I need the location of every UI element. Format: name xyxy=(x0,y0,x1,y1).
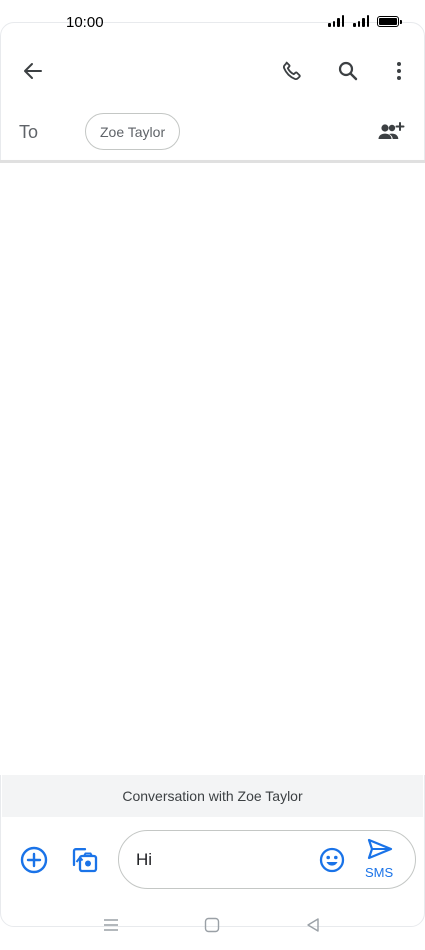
message-input[interactable]: Hi SMS xyxy=(118,830,416,889)
send-button[interactable] xyxy=(360,833,400,865)
signal-icon xyxy=(353,15,369,27)
compose-bar: Hi SMS xyxy=(0,820,425,900)
recipient-row: To Zoe Taylor xyxy=(0,108,425,158)
add-recipient-button[interactable] xyxy=(371,112,411,152)
back-arrow-icon xyxy=(24,63,42,79)
back-button[interactable] xyxy=(13,51,53,91)
gallery-button[interactable] xyxy=(64,840,104,880)
menu-lines-icon xyxy=(104,919,118,931)
more-vert-icon xyxy=(397,62,401,80)
nav-back-button[interactable] xyxy=(298,913,328,937)
message-list[interactable] xyxy=(0,163,425,775)
home-square-icon xyxy=(204,917,220,933)
gallery-camera-icon xyxy=(72,848,98,873)
top-app-bar xyxy=(0,46,425,96)
emoji-button[interactable] xyxy=(312,840,352,880)
status-icons xyxy=(328,15,402,27)
recipient-chip[interactable]: Zoe Taylor xyxy=(85,113,181,150)
messaging-screen: 10:00 To Zoe Taylor Conversation with Zo… xyxy=(0,0,425,950)
search-icon xyxy=(338,61,358,81)
search-button[interactable] xyxy=(328,51,368,91)
emoji-icon xyxy=(319,847,345,873)
more-options-button[interactable] xyxy=(379,51,419,91)
phone-icon xyxy=(283,61,301,80)
system-nav-bar xyxy=(0,905,425,945)
battery-icon xyxy=(377,16,402,27)
add-person-icon xyxy=(378,122,405,139)
call-button[interactable] xyxy=(272,51,312,91)
to-label: To xyxy=(19,122,39,142)
status-time: 10:00 xyxy=(66,14,104,31)
signal-icon xyxy=(328,15,344,27)
send-type-label[interactable]: SMS xyxy=(365,865,393,880)
recipient-chip-label: Zoe Taylor xyxy=(100,123,166,140)
home-button[interactable] xyxy=(197,913,227,937)
attach-button[interactable] xyxy=(14,840,54,880)
back-triangle-icon xyxy=(307,918,319,932)
send-icon xyxy=(367,838,393,860)
conversation-banner-text: Conversation with Zoe Taylor xyxy=(122,788,303,804)
recent-apps-button[interactable] xyxy=(96,913,126,937)
add-circle-icon xyxy=(20,846,48,874)
status-bar: 10:00 xyxy=(0,0,425,44)
conversation-banner: Conversation with Zoe Taylor xyxy=(2,775,423,817)
message-input-text[interactable]: Hi xyxy=(136,850,152,870)
